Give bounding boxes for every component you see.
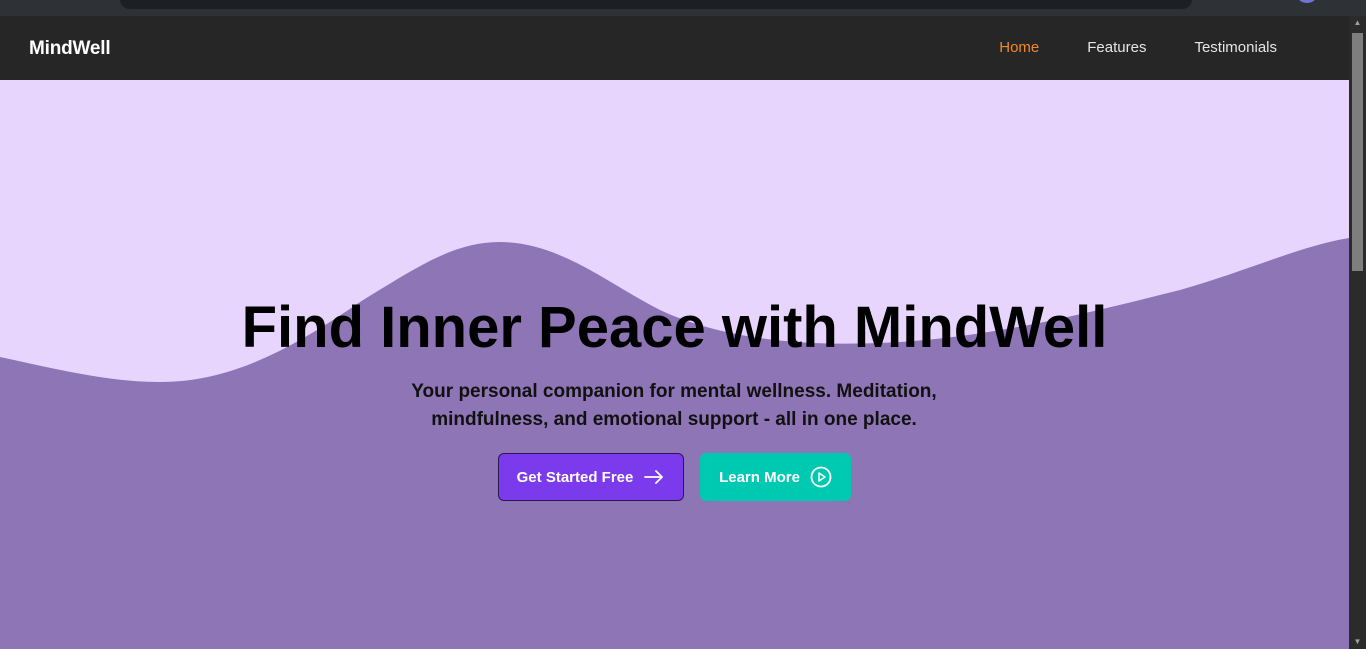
scroll-thumb[interactable] (1352, 33, 1363, 271)
hero-wave-background (0, 238, 1349, 649)
get-started-button[interactable]: Get Started Free (498, 453, 684, 501)
brand-logo[interactable]: MindWell (29, 38, 111, 60)
arrow-right-icon (643, 466, 665, 488)
nav-link-home[interactable]: Home (999, 39, 1039, 56)
hero-subtitle: Your personal companion for mental welln… (411, 381, 937, 430)
profile-avatar[interactable] (1299, 0, 1315, 3)
learn-more-button[interactable]: Learn More (700, 453, 851, 501)
nav-link-features[interactable]: Features (1087, 39, 1146, 56)
nav-links: Home Features Testimonials (999, 39, 1277, 56)
hero-title: Find Inner Peace with MindWell (241, 295, 1108, 360)
learn-more-label: Learn More (719, 468, 800, 486)
navbar: MindWell Home Features Testimonials (0, 16, 1349, 80)
browser-toolbar (0, 0, 1366, 16)
play-circle-icon (810, 466, 832, 488)
nav-link-testimonials[interactable]: Testimonials (1194, 39, 1277, 56)
hero-section: Find Inner Peace with MindWell Your pers… (0, 80, 1349, 649)
scroll-up-arrow-icon[interactable]: ▲ (1349, 16, 1366, 30)
scroll-down-arrow-icon[interactable]: ▼ (1349, 635, 1366, 649)
get-started-label: Get Started Free (516, 468, 634, 486)
address-bar[interactable] (120, 0, 1192, 9)
page-scrollbar[interactable]: ▲ ▼ (1349, 16, 1366, 649)
